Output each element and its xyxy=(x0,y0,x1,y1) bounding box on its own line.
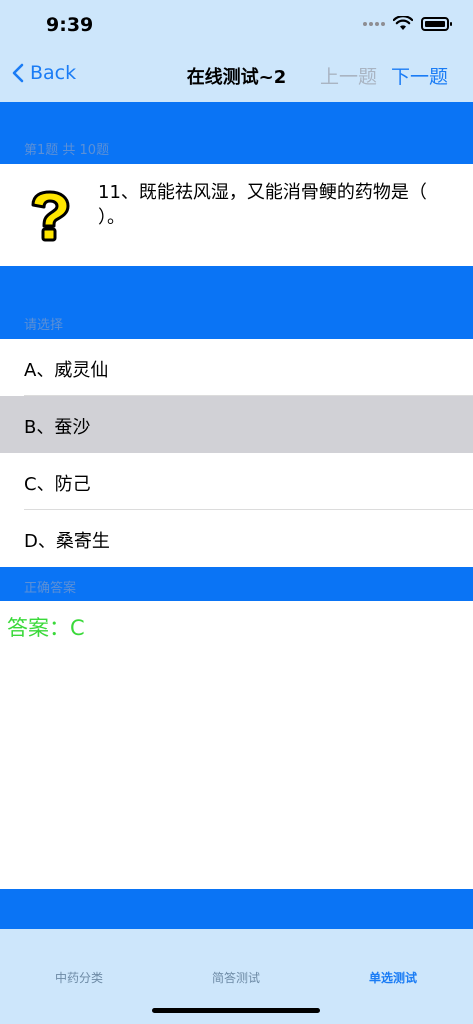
options-header: 请选择 xyxy=(24,318,64,333)
option-label: B、蚕沙 xyxy=(24,417,91,438)
previous-question-button[interactable]: 上一题 xyxy=(320,62,377,89)
wifi-icon xyxy=(393,16,413,31)
question-text: 11、既能祛风湿，又能消骨鲠的药物是（ ）。 xyxy=(98,182,427,228)
status-bar: 9:39 xyxy=(0,0,473,50)
tab-herb-categories[interactable]: 中药分类 xyxy=(29,969,129,986)
answer-header-band: 正确答案 xyxy=(0,567,473,601)
question-row: 11、既能祛风湿，又能消骨鲠的药物是（ ）。 xyxy=(0,164,473,266)
back-label: Back xyxy=(30,62,77,84)
correct-answer: 答案：C xyxy=(7,616,85,640)
answer-header: 正确答案 xyxy=(24,581,77,596)
question-header-band: 第1题 共 10题 xyxy=(0,102,473,164)
back-button[interactable]: Back xyxy=(12,62,76,84)
next-question-button[interactable]: 下一题 xyxy=(391,62,448,89)
option-b[interactable]: B、蚕沙 xyxy=(0,396,473,453)
bottom-band xyxy=(0,889,473,929)
tab-single-choice-test[interactable]: 单选测试 xyxy=(343,969,443,986)
option-d[interactable]: D、桑寄生 xyxy=(0,510,473,567)
question-counter: 第1题 共 10题 xyxy=(24,143,110,158)
signal-icon xyxy=(363,21,385,26)
option-label: C、防己 xyxy=(24,474,91,495)
option-label: A、威灵仙 xyxy=(24,360,109,381)
option-c[interactable]: C、防己 xyxy=(0,453,473,510)
status-time: 9:39 xyxy=(46,14,94,36)
option-label: D、桑寄生 xyxy=(24,531,110,552)
battery-icon xyxy=(421,16,452,31)
options-header-band: 请选择 xyxy=(0,266,473,339)
navigation-bar: Back 在线测试~2 上一题 下一题 xyxy=(0,50,473,102)
option-a[interactable]: A、威灵仙 xyxy=(0,339,473,396)
status-icons xyxy=(363,16,452,31)
chevron-left-icon xyxy=(12,63,24,83)
tab-short-answer-test[interactable]: 简答测试 xyxy=(186,969,286,986)
question-mark-icon xyxy=(26,190,74,246)
home-indicator xyxy=(152,1008,320,1013)
